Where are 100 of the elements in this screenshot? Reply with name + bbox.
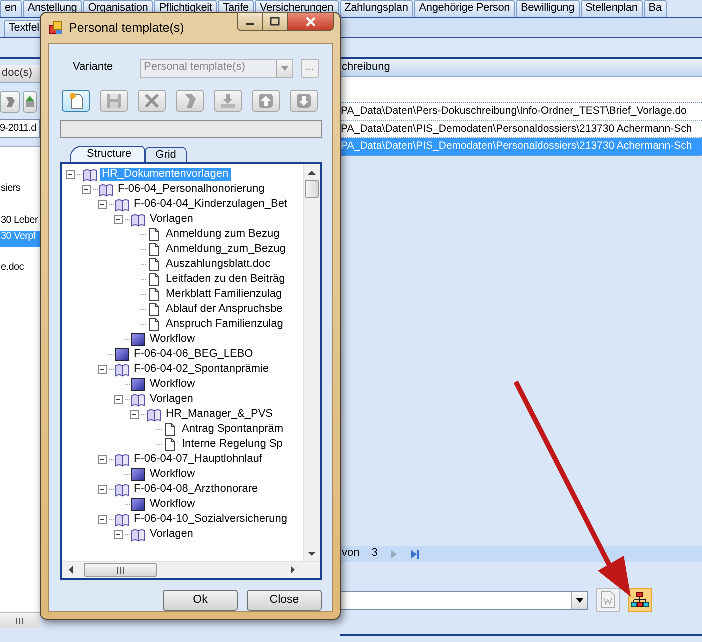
upload-icon[interactable] [25, 95, 35, 109]
page-count: 3 [372, 547, 378, 561]
close-button[interactable] [288, 12, 334, 31]
tree-item[interactable]: F-06-04-02_Spontanprämie [132, 362, 272, 376]
collapse-icon[interactable] [114, 214, 124, 224]
tree-item[interactable]: F-06-04-10_Sozialversicherung [132, 512, 290, 526]
document-icon [163, 422, 178, 436]
book-icon [83, 168, 98, 182]
filter-row[interactable] [340, 77, 702, 103]
document-icon [147, 258, 162, 272]
tab[interactable]: Angehörige Person [414, 0, 516, 17]
tree-item[interactable]: Interne Regelung Sp [180, 438, 285, 452]
tree-item[interactable]: Vorlagen [148, 392, 196, 406]
tree-item[interactable]: F-06-04-04_Kinderzulagen_Bet [132, 198, 290, 212]
tree-item[interactable]: Anmeldung zum Bezug [164, 228, 282, 242]
tree-item[interactable]: Vorlagen [148, 212, 196, 226]
workflow-icon [131, 378, 146, 392]
text-field[interactable]: 9-2011.d [0, 119, 40, 138]
arrow-shape-icon[interactable] [3, 95, 17, 109]
scroll-down-icon[interactable] [308, 551, 316, 557]
tree-item[interactable]: Anspruch Familienzulag [164, 318, 286, 332]
column-header: doc(s) [0, 65, 40, 83]
scroll-up-icon[interactable] [308, 170, 316, 176]
maximize-icon[interactable] [270, 17, 280, 26]
tree-item[interactable]: F-06-04_Personalhonorierung [116, 182, 267, 196]
tab[interactable]: Stellenplan [580, 0, 643, 17]
vertical-scrollbar[interactable] [303, 164, 320, 561]
list-item[interactable]: e.doc [0, 262, 40, 278]
tree-item[interactable]: Antrag Spontanpräm [180, 422, 286, 436]
window-title: Personal template(s) [69, 20, 184, 36]
app-icon [49, 21, 63, 35]
workflow-icon [115, 348, 130, 362]
document-icon [147, 272, 162, 286]
tab[interactable]: Zahlungsplan [340, 0, 414, 17]
book-icon [131, 392, 146, 406]
tree-item[interactable]: Ablauf der Anspruchsbe [164, 302, 285, 316]
grip-icon[interactable] [14, 616, 26, 624]
org-chart-button[interactable] [628, 588, 652, 612]
close-button[interactable]: Close [247, 590, 322, 611]
book-icon [115, 452, 130, 466]
collapse-icon[interactable] [114, 530, 124, 540]
field-label: Variante [72, 61, 114, 75]
new-document-icon[interactable] [67, 92, 85, 110]
close-icon[interactable] [304, 16, 316, 26]
document-icon [147, 242, 162, 256]
browse-button[interactable]: ... [301, 58, 319, 78]
tree-item[interactable]: Anmeldung_zum_Bezug [164, 242, 288, 256]
column-header: chreibung [340, 59, 702, 77]
tab[interactable]: Grid [144, 147, 188, 162]
collapse-icon[interactable] [82, 184, 92, 194]
list-item[interactable]: 30 Leber [0, 215, 40, 231]
workflow-icon [131, 468, 146, 482]
org-chart-icon[interactable] [631, 592, 649, 608]
tab[interactable]: en [0, 0, 22, 17]
collapse-icon[interactable] [114, 394, 124, 404]
file-path-row[interactable]: PA_Data\Daten\PIS_Demodaten\Personaldossiers\213730 Achermann-Sch [340, 120, 702, 138]
file-path-row[interactable]: PA_Data\Daten\Pers-Dokuschreibung\Info-Ordner_TEST\Brief_Vorlage.do [340, 103, 702, 120]
workflow-icon [131, 332, 146, 346]
minimize-button[interactable] [237, 12, 263, 31]
tree-item[interactable]: Auszahlungsblatt.doc [164, 258, 273, 272]
tree-item[interactable]: F-06-04-07_Hauptlohnlauf [132, 452, 264, 466]
tab[interactable]: Structure [70, 146, 145, 162]
maximize-button[interactable] [263, 12, 288, 31]
tree-item[interactable]: F-06-04-08_Arzthonorare [132, 482, 260, 496]
grip-icon[interactable] [116, 566, 126, 574]
tree-item[interactable]: HR_Manager_&_PVS [164, 408, 276, 422]
toolbar-button[interactable] [62, 90, 90, 112]
tree-item[interactable]: Workflow [148, 498, 198, 512]
tree-item[interactable]: Workflow [148, 378, 198, 392]
book-icon [115, 482, 130, 496]
tree-item[interactable]: Workflow [148, 332, 198, 346]
horizontal-scrollbar[interactable] [62, 561, 320, 578]
tree-item[interactable]: F-06-04-06_BEG_LEBO [132, 348, 256, 362]
tab[interactable]: Bewilligung [516, 0, 580, 17]
collapse-icon[interactable] [130, 410, 140, 420]
collapse-icon[interactable] [66, 170, 76, 180]
scroll-right-icon[interactable] [290, 566, 296, 574]
toolbar-button[interactable] [0, 91, 20, 113]
tree-item[interactable]: Workflow [148, 468, 198, 482]
collapse-icon[interactable] [98, 514, 108, 524]
document-icon [163, 438, 178, 452]
ok-button[interactable]: Ok [163, 590, 238, 611]
scroll-left-icon[interactable] [68, 566, 74, 574]
collapse-icon[interactable] [98, 200, 108, 210]
tree-item[interactable]: Vorlagen [148, 528, 196, 542]
scroll-thumb[interactable] [305, 180, 319, 198]
document-icon [147, 302, 162, 316]
last-page-icon[interactable] [410, 548, 420, 560]
horizontal-scrollbar[interactable] [0, 612, 40, 628]
collapse-icon[interactable] [98, 364, 108, 374]
collapse-icon[interactable] [98, 454, 108, 464]
list-item[interactable]: siers [0, 183, 40, 199]
tree-item[interactable]: Merkblatt Familienzulag [164, 288, 284, 302]
dropdown-icon[interactable] [576, 598, 584, 602]
book-icon [115, 512, 130, 526]
toolbar-button[interactable] [23, 91, 37, 113]
workflow-icon [131, 498, 146, 512]
tab[interactable]: Ba [644, 0, 667, 17]
tree-item[interactable]: Leitfaden zu den Beiträg [164, 272, 288, 286]
collapse-icon[interactable] [98, 484, 108, 494]
